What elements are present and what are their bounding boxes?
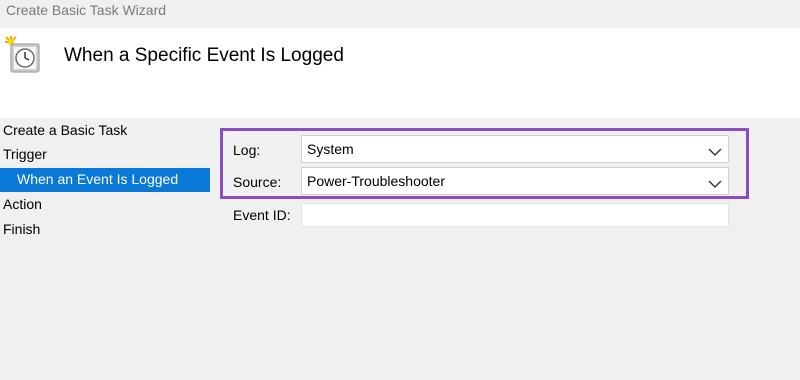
log-value: System — [307, 141, 354, 157]
chevron-down-icon — [708, 144, 722, 156]
source-value: Power-Troubleshooter — [307, 173, 445, 189]
chevron-down-icon — [708, 176, 722, 188]
page-heading: When a Specific Event Is Logged — [64, 45, 344, 66]
source-dropdown[interactable]: Power-Troubleshooter — [301, 167, 729, 195]
source-label: Source: — [233, 174, 282, 190]
step-when-event-logged[interactable]: When an Event Is Logged — [0, 168, 210, 192]
step-create-basic-task[interactable]: Create a Basic Task — [0, 119, 210, 143]
log-dropdown[interactable]: System — [301, 135, 729, 163]
window-title: Create Basic Task Wizard — [6, 2, 167, 18]
wizard-header: When a Specific Event Is Logged — [0, 28, 800, 118]
step-trigger[interactable]: Trigger — [0, 143, 210, 167]
event-id-input[interactable] — [301, 203, 729, 227]
event-id-label: Event ID: — [233, 207, 291, 223]
task-scheduler-clock-icon — [2, 34, 42, 74]
step-action[interactable]: Action — [0, 193, 210, 217]
wizard-body: Create a Basic Task Trigger When an Even… — [0, 118, 800, 380]
step-finish[interactable]: Finish — [0, 218, 210, 242]
log-label: Log: — [233, 142, 261, 158]
window-titlebar: Create Basic Task Wizard — [0, 0, 800, 28]
